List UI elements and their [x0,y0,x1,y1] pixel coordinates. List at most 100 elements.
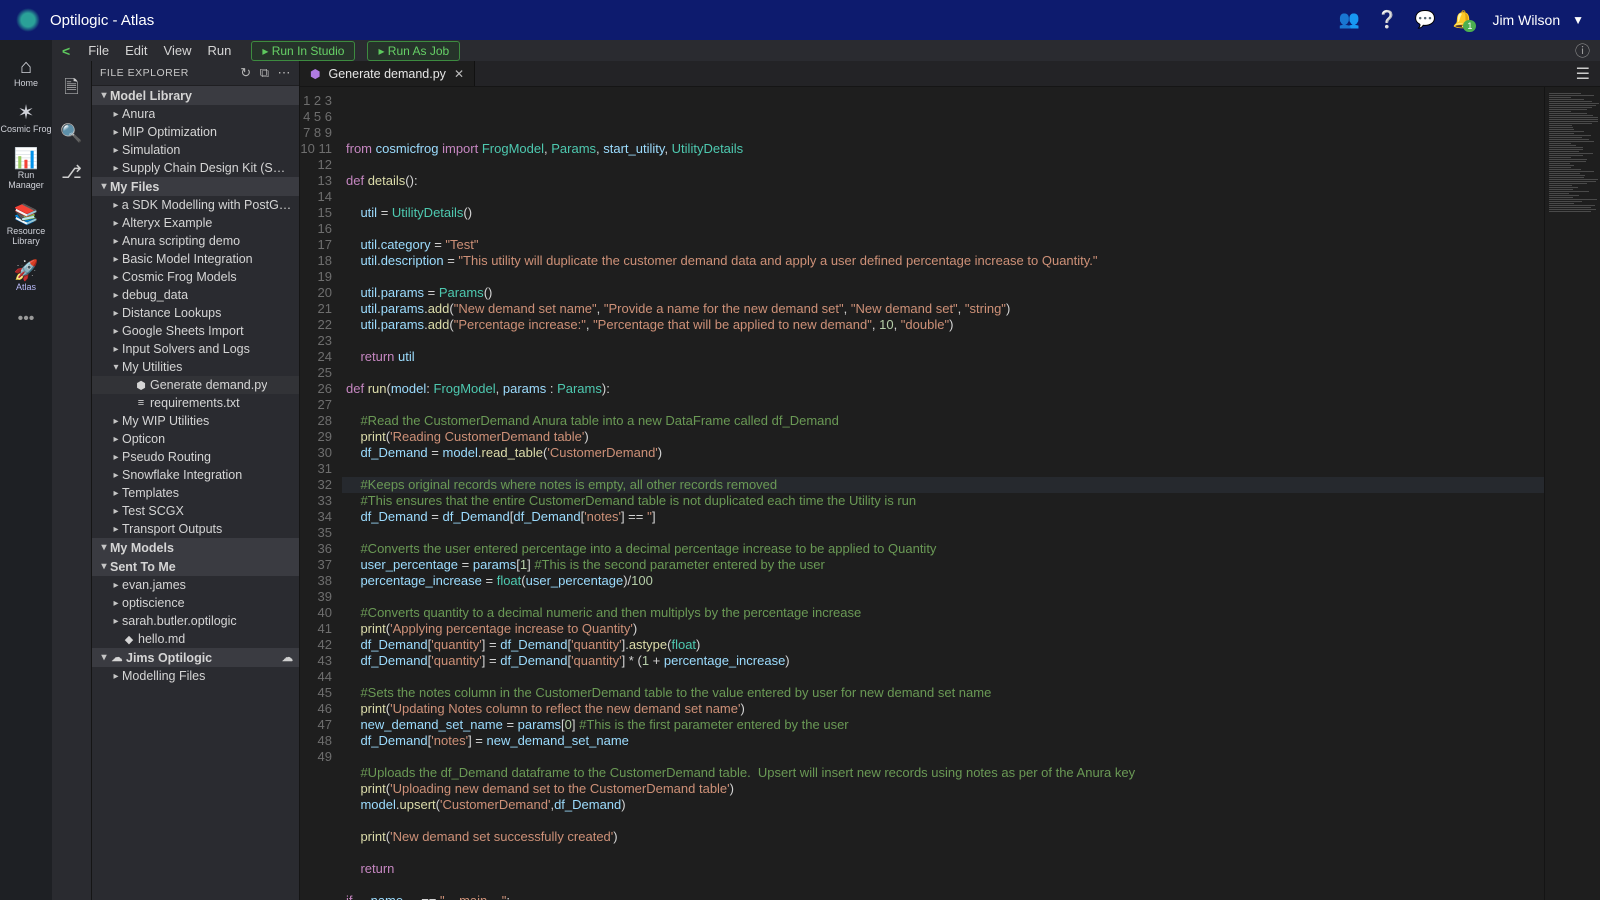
tree-label: sarah.butler.optilogic [122,614,237,628]
folder-evan-james[interactable]: ▸evan.james [92,576,299,594]
menu-run[interactable]: Run [200,41,240,60]
tab-label: Generate demand.py [328,67,445,81]
tree-label: Supply Chain Design Kit (SDK) [122,161,293,175]
menu-file[interactable]: File [80,41,117,60]
back-button[interactable]: < [62,43,70,59]
tab-close-icon[interactable]: ✕ [454,67,464,81]
tree-label: Pseudo Routing [122,450,211,464]
chat-icon[interactable]: 💬 [1414,9,1436,31]
tree-label: My Files [110,180,159,194]
editor-layout-icon[interactable]: ☰ [1566,61,1600,86]
run-in-studio-button[interactable]: Run In Studio [251,41,355,61]
chevron-icon: ▸ [110,671,122,682]
refresh-icon[interactable]: ↻ [240,65,251,81]
user-name[interactable]: Jim Wilson [1492,12,1560,28]
activity-bar: 🗎 🔍 ⎇ [52,61,92,900]
tree-label: Model Library [110,89,192,103]
section-my-models[interactable]: ▾My Models [92,538,299,557]
chevron-icon: ▸ [110,416,122,427]
help-icon[interactable]: ❔ [1376,9,1398,31]
menu-view[interactable]: View [156,41,200,60]
chevron-icon: ▸ [110,326,122,337]
folder-my-utilities[interactable]: ▾My Utilities [92,358,299,376]
folder-pseudo-routing[interactable]: ▸Pseudo Routing [92,448,299,466]
folder-basic-model-integration[interactable]: ▸Basic Model Integration [92,250,299,268]
file-hello-md[interactable]: ◆hello.md [92,630,299,648]
folder-a-sdk-modelling-with-postgres[interactable]: ▸a SDK Modelling with PostGres [92,196,299,214]
chevron-icon: ▸ [110,290,122,301]
chevron-icon: ▸ [110,598,122,609]
user-menu-chevron-icon[interactable]: ▼ [1572,13,1584,27]
file-requirements[interactable]: ≡requirements.txt [92,394,299,412]
app-rail: ⌂Home✶Cosmic Frog📊Run Manager📚Resource L… [0,40,52,900]
python-file-icon: ⬢ [310,67,320,81]
folder-alteryx-example[interactable]: ▸Alteryx Example [92,214,299,232]
folder-anura-scripting-demo[interactable]: ▸Anura scripting demo [92,232,299,250]
tree-label: MIP Optimization [122,125,217,139]
tree-label: Jims Optilogic [126,651,212,665]
section-my-files[interactable]: ▾My Files [92,177,299,196]
chevron-icon: ▾ [98,90,110,101]
tree-label: a SDK Modelling with PostGres [122,198,293,212]
bell-icon[interactable]: 🔔1 [1452,9,1474,31]
folder-templates[interactable]: ▸Templates [92,484,299,502]
folder-transport-outputs[interactable]: ▸Transport Outputs [92,520,299,538]
folder-mip-optimization[interactable]: ▸MIP Optimization [92,123,299,141]
folder-my-wip-utilities[interactable]: ▸My WIP Utilities [92,412,299,430]
rail-cosmic-frog[interactable]: ✶Cosmic Frog [0,96,52,142]
chevron-icon: ▾ [98,561,110,572]
editor-tabs: ⬢ Generate demand.py ✕ ☰ [300,61,1600,87]
section-sent-to-me[interactable]: ▾Sent To Me [92,557,299,576]
collapse-icon[interactable]: ⧉ [260,65,270,81]
minimap[interactable] [1544,87,1600,900]
folder-google-sheets-import[interactable]: ▸Google Sheets Import [92,322,299,340]
tree-label: Simulation [122,143,180,157]
section-jims-optilogic[interactable]: ▾☁Jims Optilogic☁ [92,648,299,667]
folder-sarah-butler-optilogic[interactable]: ▸sarah.butler.optilogic [92,612,299,630]
chevron-icon: ▸ [110,308,122,319]
folder-supply-chain-design-kit-sdk-[interactable]: ▸Supply Chain Design Kit (SDK) [92,159,299,177]
tree-label: Anura scripting demo [122,234,240,248]
file-generate-demand[interactable]: ⬢Generate demand.py [92,376,299,394]
tree-label: Test SCGX [122,504,184,518]
search-icon[interactable]: 🔍 [60,123,82,144]
rail-icon: ⌂ [0,56,52,78]
rail-icon: ✶ [0,102,52,124]
explorer-icon[interactable]: 🗎 [64,75,78,105]
chevron-icon: ▸ [110,524,122,535]
text-file-icon: ≡ [134,397,148,409]
folder-simulation[interactable]: ▸Simulation [92,141,299,159]
folder-input-solvers-and-logs[interactable]: ▸Input Solvers and Logs [92,340,299,358]
folder-distance-lookups[interactable]: ▸Distance Lookups [92,304,299,322]
rail-more-icon[interactable]: ••• [18,310,35,328]
chevron-icon: ▸ [110,434,122,445]
folder-debug-data[interactable]: ▸debug_data [92,286,299,304]
chevron-icon: ▸ [110,580,122,591]
folder-optiscience[interactable]: ▸optiscience [92,594,299,612]
chevron-icon: ▸ [110,488,122,499]
rail-home[interactable]: ⌂Home [0,50,52,96]
run-as-job-button[interactable]: Run As Job [367,41,460,61]
people-icon[interactable]: 👥 [1338,9,1360,31]
rail-run-manager[interactable]: 📊Run Manager [0,142,52,198]
chevron-icon: ▸ [110,344,122,355]
menu-edit[interactable]: Edit [117,41,155,60]
more-icon[interactable]: ⋯ [278,65,292,81]
folder-opticon[interactable]: ▸Opticon [92,430,299,448]
source-control-icon[interactable]: ⎇ [61,162,82,183]
code-area[interactable]: from cosmicfrog import FrogModel, Params… [342,87,1544,900]
folder-test-scgx[interactable]: ▸Test SCGX [92,502,299,520]
line-gutter: 1 2 3 4 5 6 7 8 9 10 11 12 13 14 15 16 1… [300,87,342,900]
context-help-icon[interactable]: ⓘ [1575,40,1590,61]
folder-anura[interactable]: ▸Anura [92,105,299,123]
rail-resource-library[interactable]: 📚Resource Library [0,198,52,254]
folder-modelling-files[interactable]: ▸Modelling Files [92,667,299,685]
tree-label: Input Solvers and Logs [122,342,250,356]
tree-label: Sent To Me [110,560,176,574]
rail-atlas[interactable]: 🚀Atlas [0,254,52,300]
folder-snowflake-integration[interactable]: ▸Snowflake Integration [92,466,299,484]
chevron-icon: ▸ [110,109,122,120]
folder-cosmic-frog-models[interactable]: ▸Cosmic Frog Models [92,268,299,286]
section-model-library[interactable]: ▾Model Library [92,86,299,105]
tab-generate-demand[interactable]: ⬢ Generate demand.py ✕ [300,61,475,86]
